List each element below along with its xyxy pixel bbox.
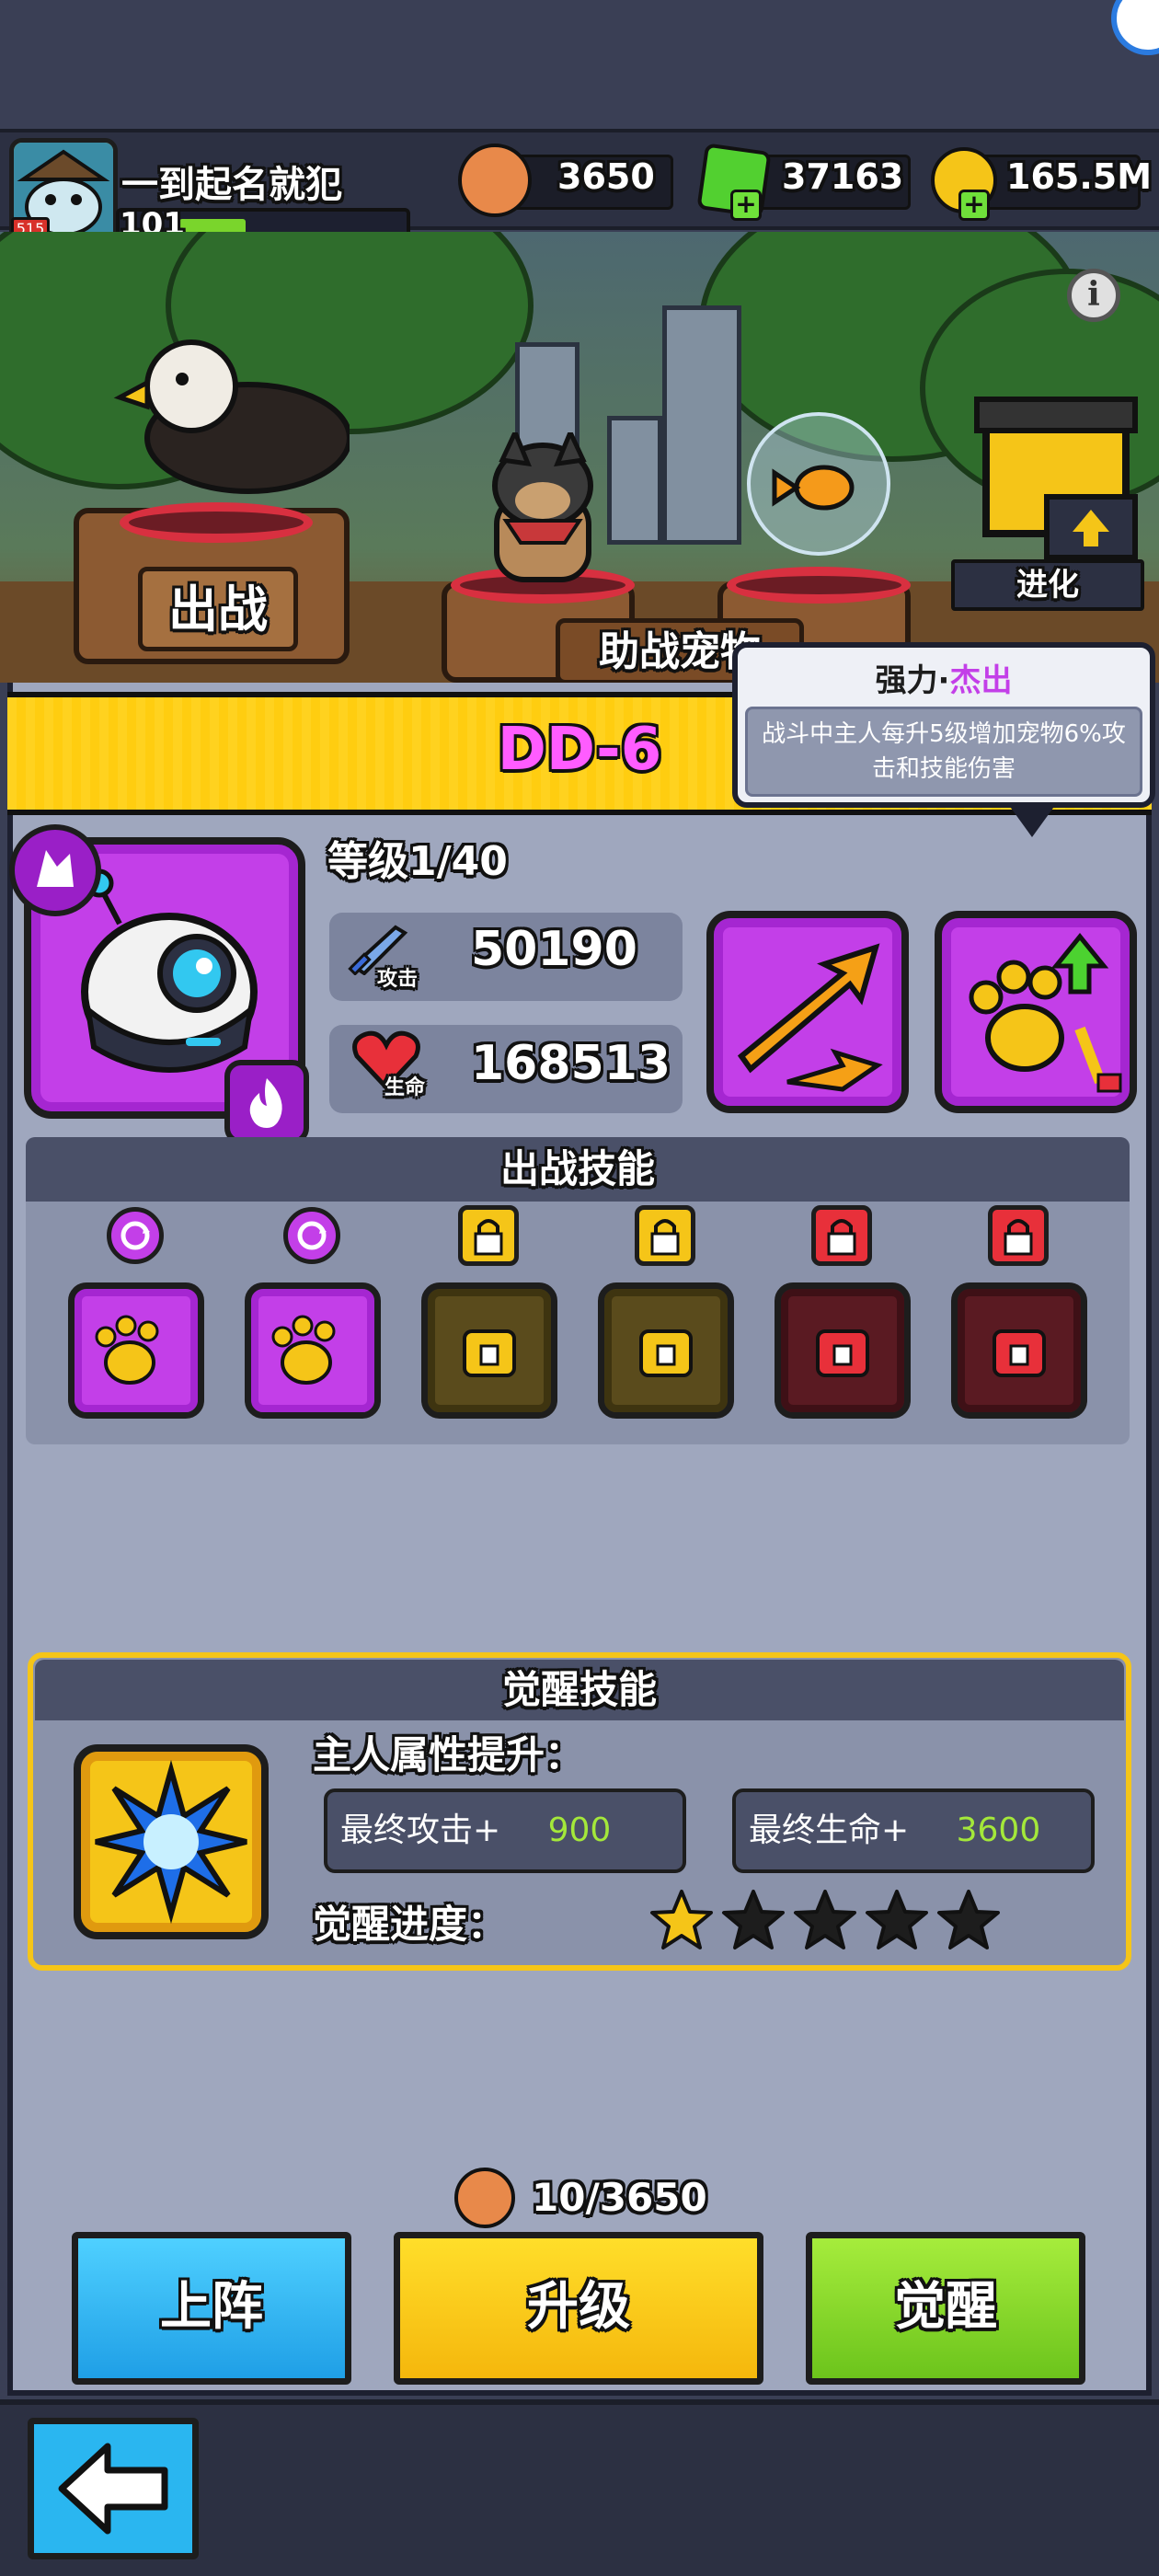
hp-label: 生命 [384,1076,426,1099]
dog-pet-icon[interactable] [469,426,616,589]
chest-percent-skill[interactable] [775,1282,911,1419]
heal-scroll-skill[interactable] [245,1282,381,1419]
eagle-pet-icon[interactable] [110,337,352,502]
awaken-progress-label: 觉醒进度： [313,1902,507,1947]
plus-icon[interactable]: + [730,190,762,221]
tooltip-title: 强力·杰出 [732,655,1155,700]
final-hp-label: 最终生命+ [749,1811,910,1849]
paw-coin-value: 3650 [557,156,655,197]
tooltip-title-prefix: 强力· [875,662,950,699]
paw-cooldown-skill[interactable] [68,1282,204,1419]
star-empty-icon [793,1888,857,1952]
star-empty-icon [865,1888,929,1952]
star-empty-icon [721,1888,786,1952]
deploy-button[interactable]: 上阵 [72,2232,351,2385]
awaken-skill-title: 觉醒技能 [35,1660,1124,1720]
corner-notification[interactable] [1111,0,1159,55]
attack-label: 攻击 [377,968,419,991]
swap-icon [107,1207,164,1264]
final-hp-box: 最终生命+ 3600 [732,1788,1095,1873]
orbit-skill[interactable] [951,1282,1087,1419]
lock-icon [458,1205,519,1266]
star-empty-icon [936,1888,1001,1952]
upgrade-button[interactable]: 升级 [394,2232,763,2385]
pet-level: 等级1/40 [327,838,508,885]
gold-coin-value: 165.5M [1006,156,1153,197]
deploy-sign[interactable]: 出战 [138,567,298,651]
fire-element-badge-icon [224,1060,309,1144]
tooltip-body: 战斗中主人每升5级增加宠物6%攻击和技能伤害 [745,707,1142,797]
lock-icon [988,1205,1049,1266]
paw-coin-icon [454,2168,515,2228]
awaken-attr-label: 主人属性提升： [313,1732,584,1777]
fish-pad[interactable] [727,567,911,604]
player-name: 一到起名就犯 [121,164,342,206]
paw-coin-icon [458,144,532,217]
tooltip-arrow [1008,804,1056,837]
lock-icon [811,1205,872,1266]
tooltip-title-highlight: 杰出 [949,662,1013,699]
awaken-button[interactable]: 觉醒 [806,2232,1085,2385]
fishbowl-pet-icon[interactable] [747,412,890,556]
paw-up-icon [969,933,1122,1093]
star-filled-icon [649,1888,714,1952]
upgrade-arrows-button[interactable] [706,911,909,1113]
upgrade-cost: 10/3650 [532,2175,707,2220]
back-arrow-icon [58,2443,168,2535]
final-attack-value: 900 [547,1811,612,1849]
burst-icon [95,1759,247,1925]
paw-upgrade-button[interactable] [935,911,1137,1113]
swap-icon [283,1207,340,1264]
evolve-machine-icon[interactable] [964,396,1148,580]
plus-icon[interactable]: + [958,190,990,221]
paw-heal-skill[interactable] [598,1282,734,1419]
final-attack-label: 最终攻击+ [340,1811,501,1849]
awaken-skill-icon[interactable] [74,1744,269,1939]
final-hp-value: 3600 [956,1811,1041,1849]
hp-value: 168513 [471,1036,671,1091]
wolf-class-badge-icon [9,824,101,916]
evolve-label[interactable]: 进化 [951,559,1144,611]
battle-skills-title: 出战技能 [26,1137,1130,1202]
paw-shield-skill[interactable] [421,1282,557,1419]
attack-value: 50190 [471,922,637,977]
deploy-pad[interactable] [120,502,313,543]
back-button[interactable] [28,2418,199,2559]
final-attack-box: 最终攻击+ 900 [324,1788,686,1873]
green-gem-value: 37163 [782,156,904,197]
info-icon[interactable]: i [1067,269,1120,322]
double-arrow-icon [737,943,883,1092]
lock-icon [635,1205,695,1266]
